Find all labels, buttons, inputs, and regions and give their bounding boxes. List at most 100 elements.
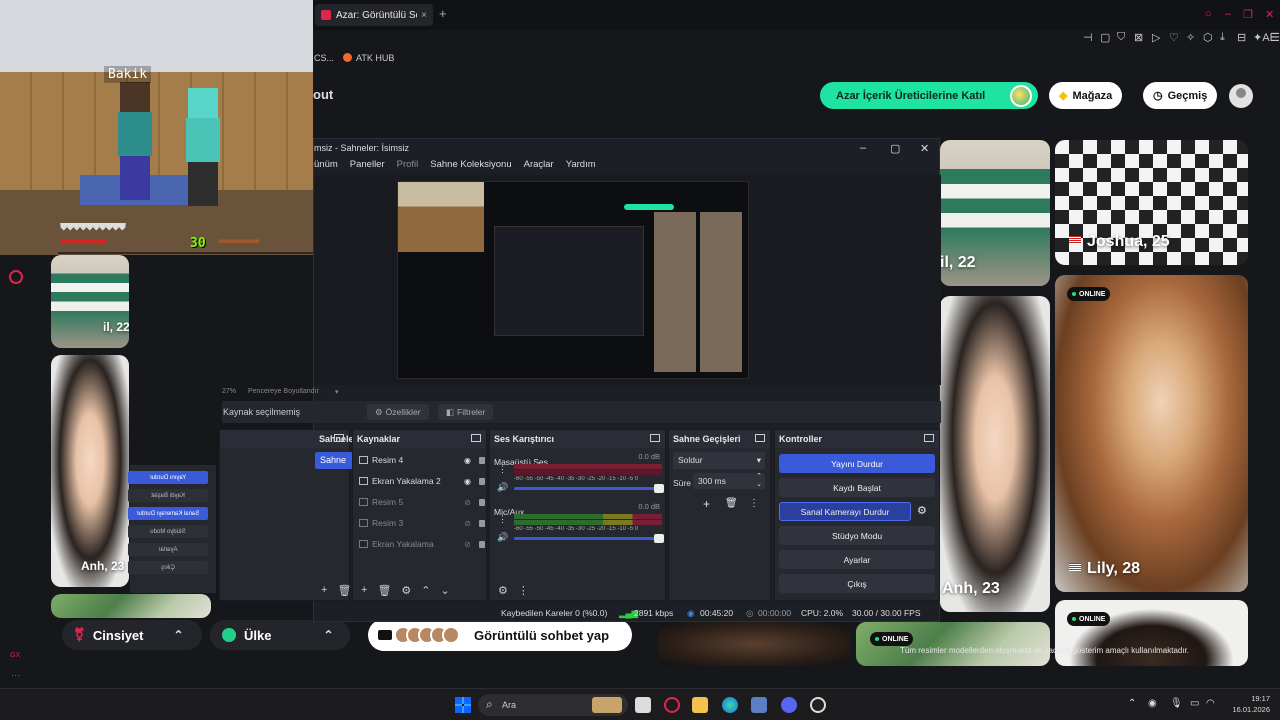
undock-icon[interactable] [471,434,481,442]
obs-icon[interactable] [810,697,826,713]
download-icon[interactable]: ⤓ [1220,31,1225,44]
obs-preview[interactable] [397,181,749,379]
studio-mode-button[interactable]: Stüdyo Modu [779,526,935,545]
play-icon[interactable]: ▷ [1152,31,1160,44]
trash-icon[interactable]: 🗑 [725,498,738,509]
task-view-icon[interactable] [635,697,651,713]
volume-slider[interactable] [514,534,664,543]
source-item[interactable]: Ekran Yakalama ⊘ [359,536,487,552]
undock-icon[interactable] [924,434,934,442]
display-icon[interactable]: ▭ [1190,698,1199,709]
volume-slider[interactable] [514,484,664,493]
opera-gx-icon[interactable] [664,697,680,713]
source-item[interactable]: Ekran Yakalama 2 ◉ [359,473,487,489]
country-filter[interactable]: Ülke ⌃ [210,620,350,650]
sidebar-gx-icon[interactable]: GX [10,652,20,659]
undock-icon[interactable] [755,434,765,442]
stepper-icon[interactable]: ⌃ ⌄ [756,473,762,489]
wallet-icon[interactable]: ⊟ [1237,31,1246,44]
advanced-audio-icon[interactable]: ⚙ [498,584,508,597]
profile-card[interactable]: il, 22 [51,255,129,348]
close-window-icon[interactable]: ✕ [1265,8,1274,21]
profile-card[interactable]: Anh, 23 [51,355,129,587]
profile-card[interactable]: ONLINE [856,622,1050,666]
exit-button[interactable]: Çıkış [779,574,935,593]
sidebar-more-icon[interactable]: ··· [11,670,20,680]
eye-hidden-icon[interactable]: ⊘ [464,540,471,549]
gear-icon[interactable]: ⚙ [917,504,927,517]
speaker-icon[interactable]: 🔊 [497,482,508,493]
trash-icon[interactable]: 🗑 [337,584,351,597]
eye-hidden-icon[interactable]: ⊘ [464,498,471,507]
zoom-mode[interactable]: Pencereye Boyutlandır [248,388,319,395]
eye-icon[interactable]: ◉ [464,477,471,486]
minimize-icon[interactable]: – [1225,8,1231,20]
network-tray-icon[interactable]: ◉ [1148,698,1157,709]
discord-icon[interactable] [781,697,797,713]
menu-tools[interactable]: Araçlar [524,159,554,175]
chevron-up-icon[interactable]: ⌃ [1128,698,1136,709]
move-up-icon[interactable]: ⌃ [421,584,430,597]
bookmark-truncated[interactable]: CS... [314,53,334,63]
add-icon[interactable]: + [361,584,367,596]
file-explorer-icon[interactable] [692,697,708,713]
browser-tab-azar[interactable]: Azar: Görüntülü Sohbet & × [315,4,433,26]
profile-card[interactable]: ONLINE [1055,600,1248,666]
undock-icon[interactable] [334,434,344,442]
microphone-icon[interactable]: 🎙 [1170,698,1183,709]
filters-button[interactable]: ◧ Filtreler [438,404,494,420]
taskbar-search[interactable]: Ara [478,694,628,716]
properties-button[interactable]: ⚙ Özellikler [367,404,429,420]
profile-avatar[interactable] [1229,84,1253,108]
chevron-down-icon[interactable]: ▾ [335,388,339,396]
cube-icon[interactable]: ⊠ [1134,31,1143,44]
stop-virtual-camera-button[interactable]: Sanal Kamerayı Durdur [779,502,911,521]
trash-icon[interactable]: 🗑 [377,584,391,597]
close-icon[interactable]: ✕ [920,142,929,155]
profile-card[interactable]: Joshua, 25 [1055,140,1248,265]
gear-icon[interactable]: ⚙ [401,584,411,597]
new-tab-button[interactable]: + [439,6,447,21]
gender-filter[interactable]: ⚧ Cinsiyet ⌃ [62,620,202,650]
lock-icon[interactable] [479,519,485,527]
profile-card[interactable] [51,594,211,618]
menu-profile[interactable]: Profil [397,159,419,175]
taskbar-clock[interactable]: 19:17 16.01.2026 [1226,693,1270,715]
minimize-icon[interactable]: – [860,142,866,154]
screenshot-icon[interactable]: ▢ [1100,31,1110,44]
app-icon[interactable] [751,697,767,713]
search-icon[interactable]: ○ [1205,8,1212,20]
lock-icon[interactable] [479,540,485,548]
menu-docks[interactable]: Paneller [350,159,385,175]
settings-button[interactable]: Ayarlar [779,550,935,569]
lock-icon[interactable] [479,498,485,506]
source-item[interactable]: Resim 3 ⊘ [359,515,487,531]
eye-icon[interactable]: ◉ [464,456,471,465]
extensions-icon[interactable]: ✧ [1186,31,1195,44]
box-icon[interactable]: ⬡ [1203,31,1213,44]
site-logo-fragment[interactable]: out [313,87,333,102]
start-video-chat-button[interactable]: Görüntülü sohbet yap [368,619,632,651]
lock-icon[interactable] [479,477,485,485]
shop-button[interactable]: ◆ Mağaza [1049,82,1123,109]
windows-start-icon[interactable] [455,697,471,713]
eye-hidden-icon[interactable]: ⊘ [464,519,471,528]
speaker-icon[interactable]: 🔊 [497,532,508,543]
menu-icon[interactable]: ☰ [1270,31,1280,44]
start-recording-button[interactable]: Kaydı Başlat [779,478,935,497]
profile-card[interactable]: ONLINE Lily, 28 [1055,275,1248,592]
lock-icon[interactable] [479,456,485,464]
kebab-menu-icon[interactable]: ⋮ [749,498,759,509]
pin-icon[interactable]: ⊣ [1083,31,1093,44]
obs-preview-area[interactable] [314,175,941,385]
menu-view[interactable]: ünüm [314,159,338,175]
profile-card[interactable]: Anh, 23 [940,296,1050,612]
profile-card[interactable] [658,622,850,666]
add-icon[interactable]: + [321,584,327,596]
sidebar-app-icon[interactable] [9,270,23,284]
edge-icon[interactable] [722,697,738,713]
close-tab-icon[interactable]: × [421,10,427,21]
menu-help[interactable]: Yardım [566,159,596,175]
move-down-icon[interactable]: ⌄ [441,584,450,597]
heart-icon[interactable]: ♡ [1169,31,1179,44]
